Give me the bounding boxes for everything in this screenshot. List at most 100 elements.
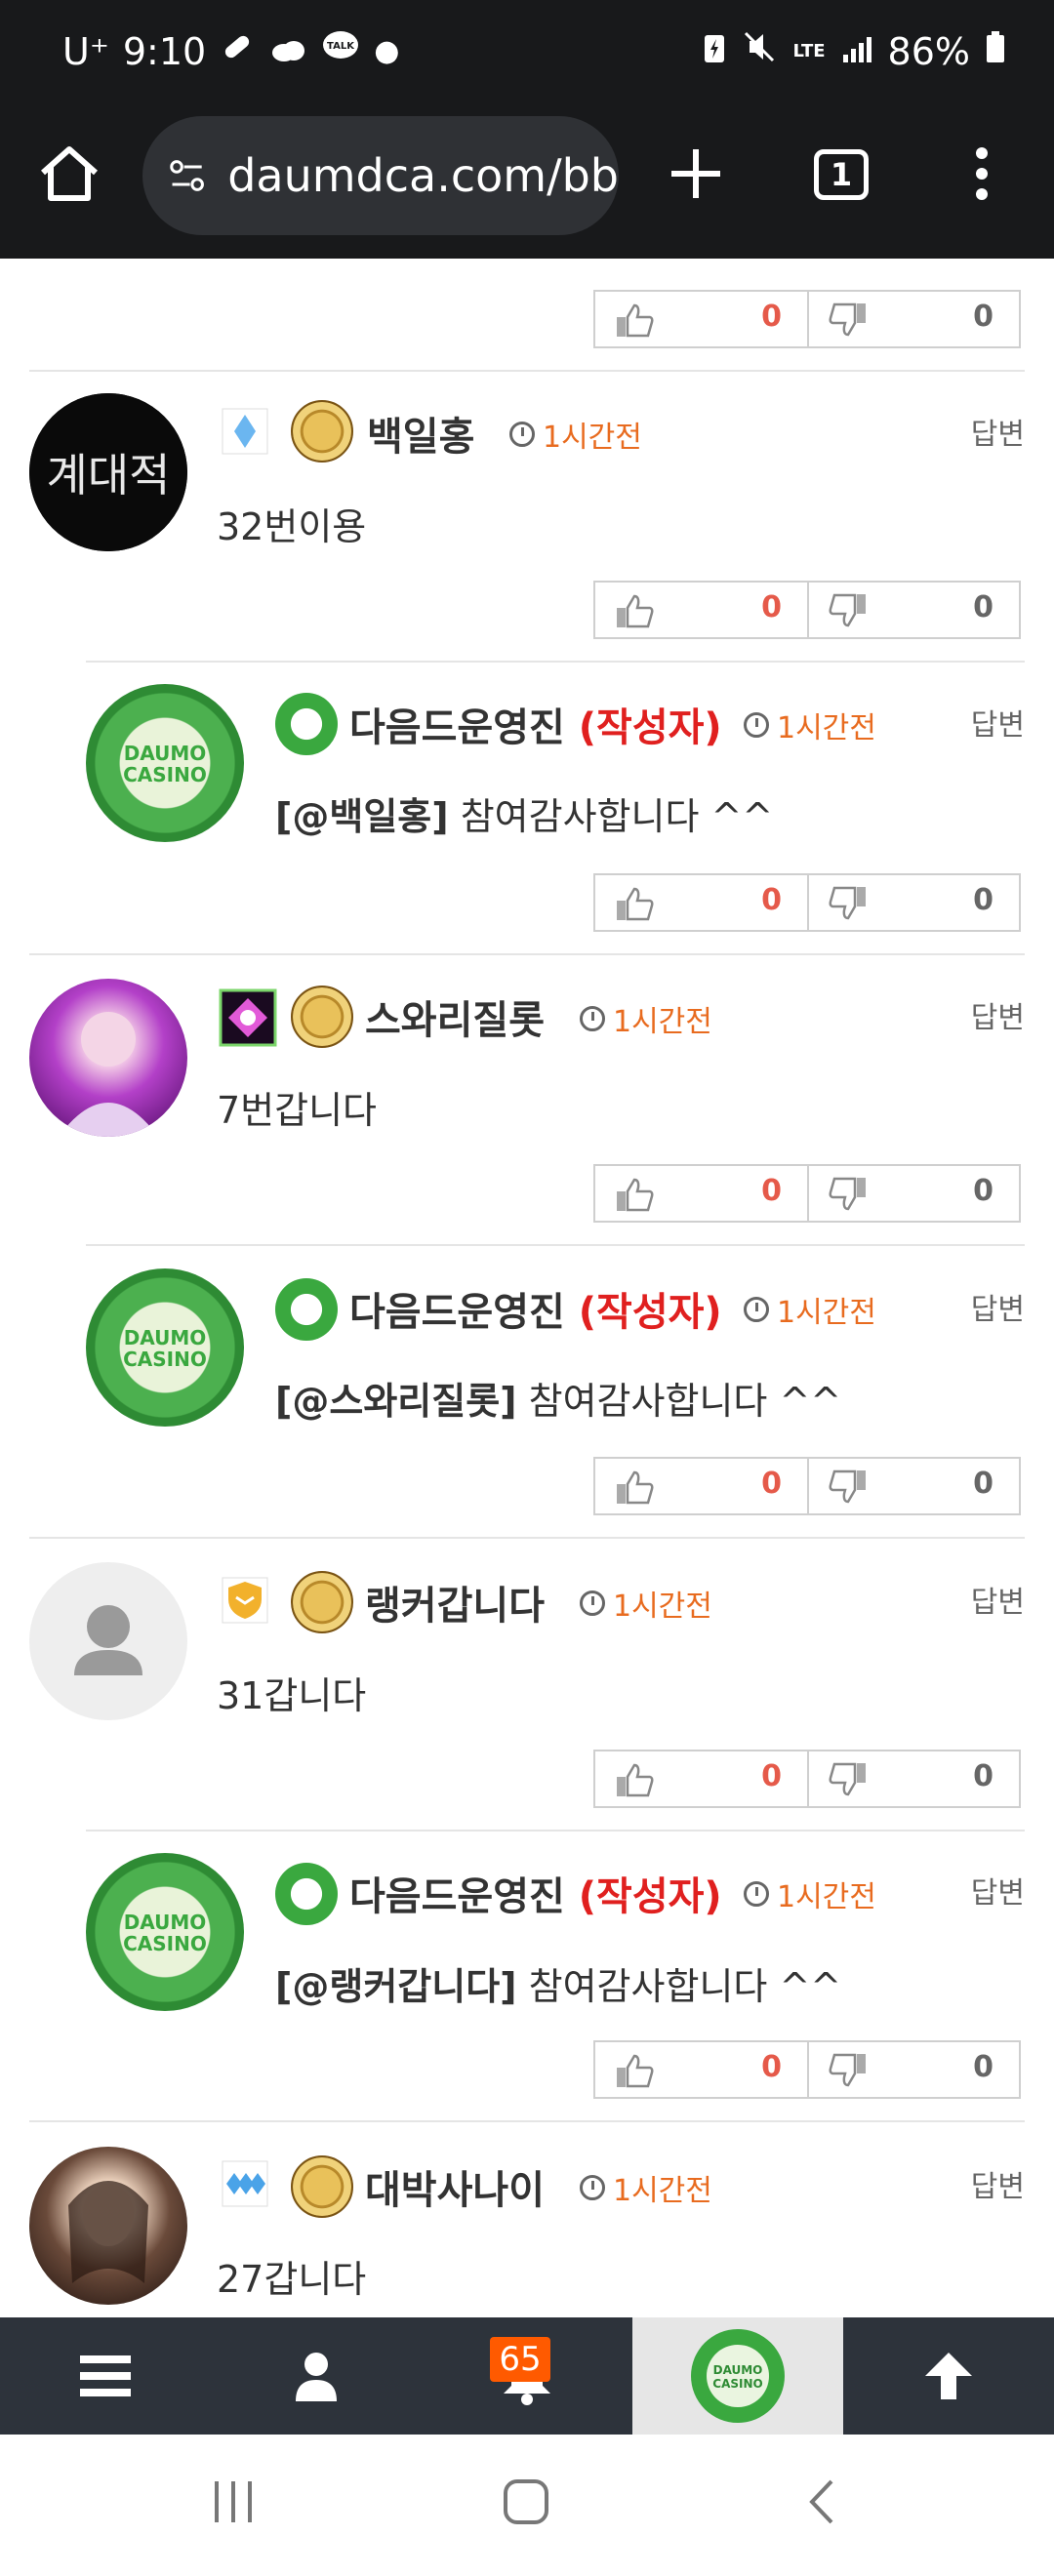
avatar[interactable]: DAUMO CASINO [86, 1853, 244, 2011]
thumbs-down-icon [829, 2053, 866, 2087]
vote-box: 0 0 [593, 290, 1021, 348]
svg-text:DAUMO: DAUMO [713, 2363, 763, 2377]
dislike-button[interactable]: 0 [807, 1459, 1019, 1513]
reply-button[interactable]: 답변 [971, 1578, 1025, 1621]
arrow-up-icon [925, 2353, 972, 2399]
comment-username[interactable]: 백일홍 [367, 405, 474, 462]
url-bar[interactable]: daumdca.com/bb [142, 116, 619, 235]
divider [86, 1244, 1025, 1246]
profile-button[interactable] [211, 2317, 422, 2435]
thumbs-up-icon [617, 303, 654, 338]
back-nav-icon[interactable] [802, 2477, 841, 2526]
reply-button[interactable]: 답변 [971, 410, 1025, 453]
comment-username[interactable]: 대박사나이 [365, 2158, 545, 2215]
reply-button[interactable]: 답변 [971, 1285, 1025, 1328]
avatar[interactable]: DAUMO CASINO [86, 684, 244, 842]
dislike-count: 0 [973, 590, 993, 624]
like-button[interactable]: 0 [595, 875, 807, 930]
reply-button[interactable]: 답변 [971, 701, 1025, 744]
svg-text:DAUMO: DAUMO [124, 1911, 207, 1934]
vote-box: 0 0 [593, 581, 1021, 639]
thumbs-down-icon [829, 302, 866, 337]
coin-icon [291, 2155, 353, 2218]
comment-username[interactable]: 랭커갑니다 [365, 1574, 545, 1630]
like-button[interactable]: 0 [595, 292, 807, 346]
svg-text:계대적: 계대적 [47, 449, 171, 502]
like-count: 0 [761, 2050, 782, 2084]
url-text: daumdca.com/bb [227, 149, 619, 202]
comment-time: 1시간전 [744, 1872, 876, 1915]
mention[interactable]: [@스와리질롯] [275, 1380, 517, 1423]
battery-label: 86% [887, 29, 970, 73]
coin-icon [291, 400, 353, 463]
like-button[interactable]: 0 [595, 583, 807, 637]
like-count: 0 [761, 300, 782, 334]
new-tab-button[interactable] [664, 141, 728, 206]
home-nav-icon[interactable] [502, 2477, 550, 2526]
tab-count: 1 [830, 156, 853, 193]
divider [86, 1830, 1025, 1831]
svg-text:DAUMO: DAUMO [124, 742, 207, 765]
signal-icon [841, 30, 872, 73]
default-user-icon [74, 1605, 142, 1675]
comment-time: 1시간전 [580, 2166, 712, 2209]
comment-username[interactable]: 스와리질롯 [365, 988, 545, 1045]
like-count: 0 [761, 1467, 782, 1501]
pill-icon [220, 29, 255, 73]
user-avatar-image [59, 1012, 158, 1137]
daumo-casino-logo: DAUMOCASINO [123, 1911, 207, 1955]
battery-icon [986, 30, 1005, 73]
like-button[interactable]: 0 [595, 2042, 807, 2097]
avatar[interactable] [29, 1562, 187, 1720]
clock-icon [509, 422, 535, 447]
comment-time: 1시간전 [744, 1288, 876, 1331]
divider [29, 1537, 1025, 1539]
browser-menu-button[interactable] [964, 141, 999, 206]
coin-icon [291, 1571, 353, 1633]
battery-saver-icon [703, 30, 726, 73]
dot-icon: ● [374, 34, 400, 68]
dislike-count: 0 [973, 1174, 993, 1208]
like-button[interactable]: 0 [595, 1459, 807, 1513]
level-diamond-icon [222, 408, 268, 455]
user-icon [296, 2353, 337, 2401]
dislike-button[interactable]: 0 [807, 875, 1019, 930]
user-avatar-image [68, 2181, 148, 2283]
avatar[interactable] [29, 979, 187, 1137]
svg-text:CASINO: CASINO [712, 2377, 762, 2391]
thumbs-up-icon [617, 887, 654, 921]
comment-username[interactable]: 다음드운영진 (작성자) [349, 1865, 722, 1921]
like-button[interactable]: 0 [595, 1751, 807, 1806]
tab-switcher-button[interactable]: 1 [814, 149, 869, 200]
avatar[interactable]: DAUMO CASINO [86, 1268, 244, 1427]
dislike-button[interactable]: 0 [807, 1166, 1019, 1221]
reply-button[interactable]: 답변 [971, 2162, 1025, 2205]
reply-button[interactable]: 답변 [971, 1869, 1025, 1912]
vote-box: 0 0 [593, 1164, 1021, 1223]
comment-username[interactable]: 다음드운영진 (작성자) [349, 696, 722, 752]
avatar[interactable] [29, 2147, 187, 2305]
dislike-button[interactable]: 0 [807, 292, 1019, 346]
comment-text: 27갑니다 [217, 2258, 367, 2301]
comment-time: 1시간전 [509, 413, 642, 456]
like-button[interactable]: 0 [595, 1166, 807, 1221]
clock-icon [744, 1881, 769, 1907]
mention[interactable]: [@랭커갑니다] [275, 1965, 517, 2008]
scroll-top-button[interactable] [843, 2317, 1054, 2435]
dislike-button[interactable]: 0 [807, 2042, 1019, 2097]
site-logo-button[interactable]: DAUMO CASINO [632, 2317, 843, 2435]
avatar[interactable]: 계대적 [29, 393, 187, 551]
clock-icon [744, 712, 769, 738]
menu-button[interactable] [0, 2317, 211, 2435]
daumo-casino-logo: DAUMOCASINO [123, 742, 207, 786]
home-button[interactable] [35, 140, 103, 208]
reply-button[interactable]: 답변 [971, 993, 1025, 1036]
cloud-icon [268, 30, 307, 73]
dislike-button[interactable]: 0 [807, 1751, 1019, 1806]
svg-text:TALK: TALK [327, 41, 355, 52]
mention[interactable]: [@백일홍] [275, 795, 449, 838]
recent-apps-icon[interactable] [209, 2477, 258, 2526]
clock-icon [580, 2175, 605, 2200]
dislike-button[interactable]: 0 [807, 583, 1019, 637]
comment-username[interactable]: 다음드운영진 (작성자) [349, 1280, 722, 1337]
